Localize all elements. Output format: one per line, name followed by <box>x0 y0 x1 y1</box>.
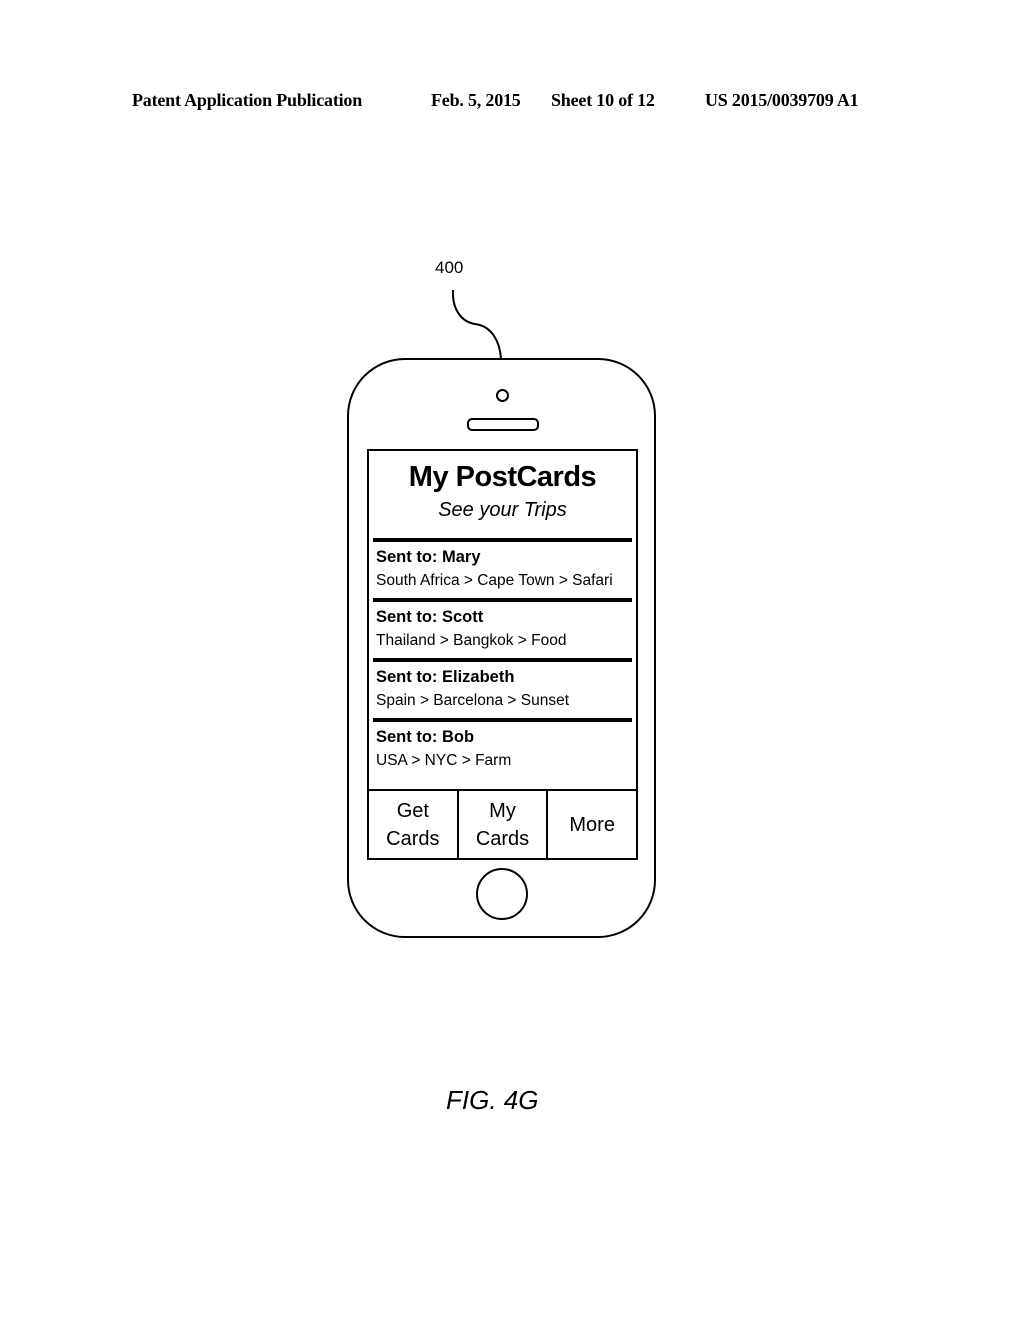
phone-screen: My PostCards See your Trips Sent to: Mar… <box>367 449 638 860</box>
tab-label: My <box>489 799 516 822</box>
tab-label: More <box>569 813 615 836</box>
postcard-list-item[interactable]: Sent to: Elizabeth Spain > Barcelona > S… <box>373 658 632 718</box>
trip-path: Spain > Barcelona > Sunset <box>376 692 570 709</box>
tab-bar: Get Cards My Cards More <box>367 789 638 860</box>
tab-label: Cards <box>475 827 530 850</box>
app-subtitle: See your Trips <box>438 499 567 521</box>
tab-get-cards[interactable]: Get Cards <box>369 791 457 858</box>
recipient-name: Sent to: Bob <box>376 728 475 746</box>
tab-label: Cards <box>386 827 440 850</box>
recipient-name: Sent to: Scott <box>376 608 484 626</box>
recipient-name: Sent to: Mary <box>376 548 481 566</box>
trip-path: USA > NYC > Farm <box>376 752 512 769</box>
app-title: My PostCards <box>408 461 597 493</box>
postcard-list-item[interactable]: Sent to: Mary South Africa > Cape Town >… <box>373 538 632 598</box>
recipient-name: Sent to: Elizabeth <box>376 668 515 686</box>
figure-caption: FIG. 4G <box>446 1085 539 1115</box>
postcard-list-item[interactable]: Sent to: Bob USA > NYC > Farm <box>373 718 632 778</box>
home-button[interactable] <box>476 868 528 920</box>
tab-label: Get <box>396 799 429 822</box>
trip-path: Thailand > Bangkok > Food <box>376 632 567 649</box>
tab-my-cards[interactable]: My Cards <box>456 791 547 858</box>
postcard-list-item[interactable]: Sent to: Scott Thailand > Bangkok > Food <box>373 598 632 658</box>
speaker-icon <box>467 418 539 431</box>
tab-more[interactable]: More <box>546 791 636 858</box>
camera-icon <box>496 389 509 402</box>
trip-path: South Africa > Cape Town > Safari <box>376 572 613 589</box>
